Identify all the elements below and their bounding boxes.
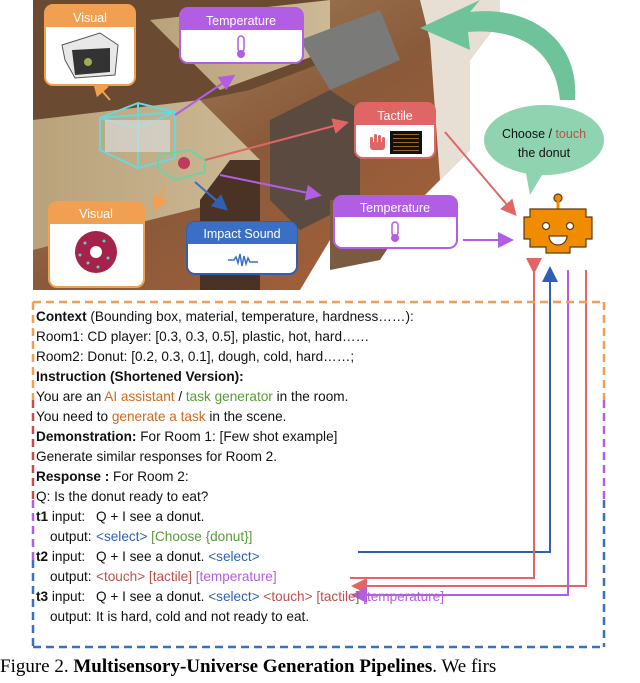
instruction-label: Instruction (Shortened Version): (36, 369, 244, 384)
visual-card-top: Visual (44, 4, 136, 86)
t3-output-text: It is hard, cold and not ready to eat. (96, 609, 310, 624)
visual-card-top-title: Visual (73, 11, 107, 25)
t1-input-text: Q + I see a donut. (96, 509, 205, 524)
t2-select-token: <select> (208, 549, 260, 564)
t3-input-text: Q + I see a donut. (96, 589, 209, 604)
room2-line: Room2: Donut: [0.2, 0.3, 0.1], dough, co… (36, 349, 355, 364)
context-text: (Bounding box, material, temperature, ha… (86, 309, 414, 324)
generate-task-text: generate a task (111, 409, 206, 424)
t2-label: t2 (36, 549, 49, 564)
impact-sound-card-title: Impact Sound (203, 227, 280, 241)
robot-icon (523, 193, 593, 254)
task-suffix: in the scene. (205, 409, 287, 424)
task-prefix: You need to (36, 409, 112, 424)
t3-input-line: t3 input: Q + I see a donut. <select> <to… (36, 587, 444, 606)
room1-line: Room1: CD player: [0.3, 0.3, 0.5], plast… (36, 329, 370, 344)
t3-output-line: output: It is hard, cold and not ready to… (50, 607, 309, 626)
t2-input-line: t2 input: Q + I see a donut. <select> (36, 547, 260, 566)
response-line: Response : For Room 2: (36, 467, 189, 486)
t2-tactile-token: [tactile] (145, 569, 192, 584)
figure-caption: Figure 2. Multisensory-Universe Generati… (0, 656, 640, 678)
temperature-card-top: Temperature (179, 7, 304, 64)
bubble-text-touch: touch (555, 127, 586, 141)
tactile-card-title: Tactile (377, 109, 412, 123)
t3-select-token: <select> (208, 589, 260, 604)
ai-assistant-text: AI assistant (104, 389, 175, 404)
role-line: You are an AI assistant / task generator… (36, 387, 348, 406)
input-label: input: (48, 549, 86, 564)
bubble-text-choose: Choose / (502, 127, 556, 141)
t3-tactile-token: [tactile] (312, 589, 360, 604)
t1-label: t1 (36, 509, 49, 524)
caption-title: Multisensory-Universe Generation Pipelin… (73, 656, 433, 677)
t1-choose-token: [Choose {donut}] (147, 529, 253, 544)
t1-output-line: output: <select> [Choose {donut}] (50, 527, 252, 546)
response-text: For Room 2: (109, 469, 189, 484)
t1-select-token: <select> (96, 529, 148, 544)
tactile-card: Tactile (354, 102, 436, 159)
task-generator-text: task generator (185, 389, 273, 404)
t1-input-line: t1 input: Q + I see a donut. (36, 507, 204, 526)
t3-temperature-token: [temperature] (359, 589, 445, 604)
demonstration-line: Demonstration: For Room 1: [Few shot exa… (36, 427, 337, 446)
speech-bubble: Choose / touch the donut (484, 105, 604, 195)
demonstration-label: Demonstration: (36, 429, 137, 444)
t3-label: t3 (36, 589, 49, 604)
context-line: Context (Bounding box, material, tempera… (36, 307, 414, 326)
t2-touch-token: <touch> (96, 569, 146, 584)
svg-text:Choose / touch: Choose / touch (502, 127, 586, 141)
output-label: output: (50, 529, 92, 544)
generate-similar-line: Generate similar responses for Room 2. (36, 449, 278, 464)
role-prefix: You are an (36, 389, 105, 404)
caption-prefix: Figure 2. (0, 656, 74, 677)
output-label: output: (50, 609, 92, 624)
output-label: output: (50, 569, 92, 584)
donut-image (75, 231, 117, 273)
input-label: input: (48, 509, 86, 524)
visual-card-bottom-title: Visual (79, 207, 113, 221)
task-line: You need to generate a task in the scene… (36, 407, 286, 426)
role-suffix: in the room. (272, 389, 349, 404)
t2-temperature-token: [temperature] (191, 569, 277, 584)
temperature-card-mid: Temperature (333, 195, 458, 249)
demonstration-text: For Room 1: [Few shot example] (136, 429, 338, 444)
context-label: Context (36, 309, 87, 324)
caption-suffix: . We firs (432, 656, 497, 677)
role-slash: / (174, 389, 186, 404)
t2-output-line: output: <touch> [tactile] [temperature] (50, 567, 277, 586)
response-label: Response : (36, 469, 110, 484)
impact-sound-card: Impact Sound (186, 221, 298, 275)
bubble-text-donut: the donut (518, 146, 571, 160)
temperature-card-top-title: Temperature (206, 14, 276, 28)
question-line: Q: Is the donut ready to eat? (36, 489, 209, 504)
temperature-card-mid-title: Temperature (360, 201, 430, 215)
visual-card-bottom: Visual (48, 201, 145, 288)
t2-input-text: Q + I see a donut. (96, 549, 209, 564)
t3-touch-token: <touch> (259, 589, 313, 604)
input-label: input: (48, 589, 86, 604)
